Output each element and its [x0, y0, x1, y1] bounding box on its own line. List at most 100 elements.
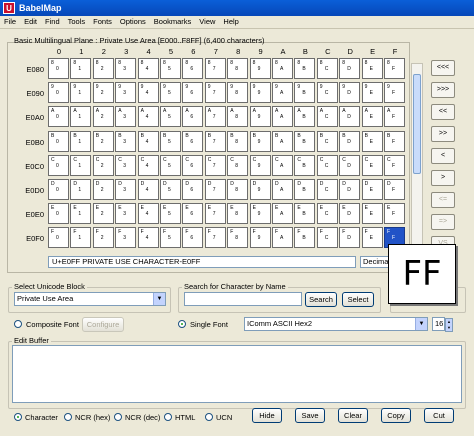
character-cell[interactable]: C6 [182, 154, 204, 176]
character-cell[interactable]: 97 [204, 82, 226, 104]
character-cell[interactable]: B0 [48, 130, 69, 152]
character-cell[interactable]: A2 [92, 106, 114, 128]
character-cell[interactable]: A7 [204, 106, 226, 128]
output-html-radio[interactable] [164, 413, 172, 421]
character-cell[interactable]: DC [316, 179, 338, 200]
character-cell[interactable]: DF [384, 179, 405, 200]
font-size-spinner[interactable]: ▲ ▼ [445, 318, 453, 332]
character-cell[interactable]: AC [316, 106, 338, 128]
character-cell[interactable]: D1 [70, 179, 92, 200]
character-cell[interactable]: 9C [316, 82, 338, 104]
character-cell[interactable]: C7 [204, 154, 226, 176]
character-cell[interactable]: E4 [137, 203, 159, 225]
character-cell[interactable]: BE [361, 130, 383, 152]
character-cell[interactable]: C2 [92, 154, 114, 176]
character-cell[interactable]: 8E [361, 58, 383, 79]
character-cell[interactable]: C1 [70, 154, 92, 176]
menu-options[interactable]: Options [116, 16, 150, 27]
character-cell[interactable]: C3 [115, 154, 137, 176]
menu-view[interactable]: View [195, 16, 219, 27]
unicode-block-select[interactable]: Private Use Area ▼ [14, 292, 166, 306]
character-cell[interactable]: 80 [48, 58, 69, 79]
character-cell[interactable]: FB [294, 227, 316, 249]
menu-file[interactable]: File [0, 16, 20, 27]
character-cell[interactable]: 9A [272, 82, 293, 104]
character-cell[interactable]: E0 [48, 203, 69, 225]
search-button[interactable]: Search [305, 292, 337, 307]
character-cell[interactable]: F0 [48, 227, 69, 249]
character-cell[interactable]: C8 [227, 154, 249, 176]
character-cell[interactable]: F2 [92, 227, 114, 249]
scrollbar-thumb[interactable] [413, 74, 421, 174]
character-cell[interactable]: E2 [92, 203, 114, 225]
character-cell[interactable]: E9 [249, 203, 271, 225]
search-input[interactable] [184, 292, 302, 306]
configure-button[interactable]: Configure [82, 317, 124, 332]
character-cell[interactable]: E7 [204, 203, 226, 225]
character-cell[interactable]: 91 [70, 82, 92, 104]
character-cell[interactable]: 84 [137, 58, 159, 79]
character-cell[interactable]: CE [361, 154, 383, 176]
character-cell[interactable]: B6 [182, 130, 204, 152]
chevron-down-icon[interactable]: ▼ [153, 293, 165, 305]
character-cell[interactable]: F1 [70, 227, 92, 249]
character-cell[interactable]: 94 [137, 82, 159, 104]
hide-button[interactable]: Hide [252, 408, 282, 423]
character-cell[interactable]: A0 [48, 106, 69, 128]
character-cell[interactable]: DE [361, 179, 383, 200]
character-cell[interactable]: ED [339, 203, 361, 225]
output-ucn-radio[interactable] [205, 413, 213, 421]
character-cell[interactable]: C4 [137, 154, 159, 176]
character-cell[interactable]: 87 [204, 58, 226, 79]
character-cell[interactable]: 89 [249, 58, 271, 79]
cut-button[interactable]: Cut [424, 408, 454, 423]
character-cell[interactable]: BD [339, 130, 361, 152]
character-cell[interactable]: 8F [384, 58, 405, 79]
character-cell[interactable]: B4 [137, 130, 159, 152]
character-cell[interactable]: B3 [115, 130, 137, 152]
character-cell[interactable]: A4 [137, 106, 159, 128]
nav-prev-button[interactable]: < [431, 148, 455, 164]
character-cell[interactable]: 86 [182, 58, 204, 79]
character-cell[interactable]: BC [316, 130, 338, 152]
font-select[interactable]: IComm ASCII Hex2 ▼ [244, 317, 428, 331]
nav-last-button[interactable]: >>> [431, 82, 455, 98]
character-cell[interactable]: A1 [70, 106, 92, 128]
character-cell[interactable]: B7 [204, 130, 226, 152]
character-cell[interactable]: FD [339, 227, 361, 249]
output-ncr-hex-radio[interactable] [64, 413, 72, 421]
character-cell[interactable]: D6 [182, 179, 204, 200]
character-cell[interactable]: A6 [182, 106, 204, 128]
character-cell[interactable]: 93 [115, 82, 137, 104]
character-cell[interactable]: 88 [227, 58, 249, 79]
select-button[interactable]: Select [342, 292, 374, 307]
character-cell[interactable]: 85 [160, 58, 181, 79]
character-cell[interactable]: F4 [137, 227, 159, 249]
character-cell[interactable]: F7 [204, 227, 226, 249]
copy-button[interactable]: Copy [381, 408, 411, 423]
character-cell[interactable]: FC [316, 227, 338, 249]
character-cell[interactable]: F8 [227, 227, 249, 249]
menu-edit[interactable]: Edit [20, 16, 41, 27]
output-character-radio[interactable] [14, 413, 22, 421]
nav-first-button[interactable]: <<< [431, 60, 455, 76]
character-cell[interactable]: 9E [361, 82, 383, 104]
character-cell[interactable]: CC [316, 154, 338, 176]
character-cell[interactable]: D0 [48, 179, 69, 200]
character-cell[interactable]: B1 [70, 130, 92, 152]
menu-find[interactable]: Find [41, 16, 64, 27]
output-ncr-dec-radio[interactable] [114, 413, 122, 421]
clear-button[interactable]: Clear [338, 408, 368, 423]
character-cell[interactable]: 98 [227, 82, 249, 104]
character-cell[interactable]: E3 [115, 203, 137, 225]
character-cell[interactable]: 92 [92, 82, 114, 104]
character-cell[interactable]: B8 [227, 130, 249, 152]
character-cell[interactable]: 83 [115, 58, 137, 79]
character-cell[interactable]: 95 [160, 82, 181, 104]
character-cell[interactable]: AD [339, 106, 361, 128]
nav-history-forward-button[interactable]: => [431, 214, 455, 230]
character-cell[interactable]: AA [272, 106, 293, 128]
edit-buffer-textarea[interactable] [12, 345, 462, 403]
character-cell[interactable]: BA [272, 130, 293, 152]
character-cell[interactable]: 99 [249, 82, 271, 104]
